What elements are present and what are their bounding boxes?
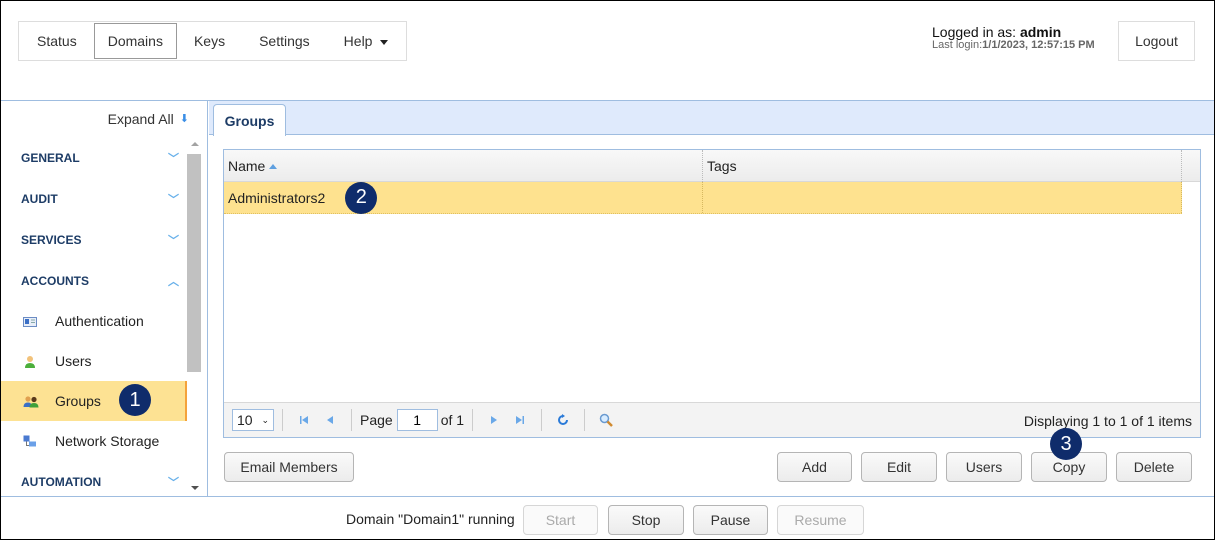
- stop-button[interactable]: Stop: [608, 505, 684, 535]
- pager-separator: [541, 409, 543, 431]
- sidebar-item-network-storage[interactable]: Network Storage: [1, 421, 187, 461]
- nav-domains-label: Domains: [107, 33, 163, 49]
- sidebar-section-general[interactable]: GENERAL ﹀: [1, 137, 187, 178]
- double-chevron-down-icon: ﹀: [168, 152, 179, 165]
- nav-help-label: Help: [343, 33, 373, 49]
- pause-button[interactable]: Pause: [693, 505, 768, 535]
- nav-domains[interactable]: Domains: [93, 23, 177, 59]
- top-nav: Status Domains Keys Settings Help: [18, 21, 408, 61]
- sidebar-section-audit[interactable]: AUDIT ﹀: [1, 178, 187, 219]
- page-number-input[interactable]: [396, 409, 438, 431]
- step-badge-3: 3: [1050, 428, 1082, 460]
- chevron-down-icon: ⌄: [261, 414, 269, 425]
- group-icon: [23, 395, 39, 408]
- column-label: Name: [228, 158, 266, 174]
- tab-groups[interactable]: Groups: [213, 104, 286, 136]
- double-chevron-up-icon: ︿: [168, 275, 179, 288]
- sidebar-section-accounts[interactable]: ACCOUNTS ︿: [1, 260, 187, 301]
- grid-pager: 10 ⌄ Page of 1 Displaying 1 to 1 of 1 ite…: [224, 402, 1200, 437]
- scrollbar-thumb[interactable]: [187, 154, 201, 372]
- pager-separator: [282, 409, 283, 431]
- scroll-up-arrow-icon[interactable]: [191, 142, 199, 146]
- last-login-label: Last login:: [932, 39, 983, 51]
- nav-keys-label: Keys: [193, 33, 226, 49]
- page-size-value: 10: [237, 412, 253, 428]
- pager-display-info: Displaying 1 to 1 of 1 items: [1023, 412, 1192, 429]
- sidebar-item-label: Groups: [55, 393, 101, 409]
- sidebar-item-label: Authentication: [55, 313, 144, 329]
- sidebar-list: GENERAL ﹀ AUDIT ﹀ SERVICES ﹀ ACCOUNTS ︿ Auth…: [1, 137, 187, 502]
- page-size-select[interactable]: 10 ⌄: [232, 409, 274, 431]
- last-login-value: 1/1/2023, 12:57:15 PM: [982, 39, 1095, 51]
- section-label: ACCOUNTS: [21, 273, 89, 288]
- column-header-tags[interactable]: Tags: [703, 150, 1182, 182]
- next-page-icon[interactable]: [485, 411, 503, 429]
- step-badge-1: 1: [119, 384, 151, 416]
- column-header-name[interactable]: Name: [224, 150, 703, 182]
- double-chevron-down-icon: ﹀: [168, 476, 179, 489]
- nav-status[interactable]: Status: [20, 23, 94, 59]
- delete-button[interactable]: Delete: [1116, 452, 1192, 482]
- sidebar-item-label: Users: [55, 353, 92, 369]
- scroll-down-arrow-icon[interactable]: [191, 486, 199, 490]
- section-label: GENERAL: [21, 150, 80, 165]
- double-chevron-down-icon: ﹀: [168, 234, 179, 247]
- section-label: SERVICES: [21, 232, 82, 247]
- sidebar-item-users[interactable]: Users: [1, 341, 187, 381]
- last-page-icon[interactable]: [511, 411, 529, 429]
- double-chevron-down-icon: ⬇︎: [179, 112, 189, 125]
- cell-tags: [703, 182, 1182, 213]
- login-info: Logged in as: admin Last login:1/1/2023,…: [932, 24, 1095, 52]
- pager-separator: [584, 409, 586, 431]
- tab-strip: Groups: [209, 101, 1214, 136]
- column-label: Tags: [707, 158, 737, 174]
- nav-status-label: Status: [37, 33, 77, 49]
- sort-ascending-icon: [269, 163, 278, 169]
- sidebar-section-services[interactable]: SERVICES ﹀: [1, 219, 187, 260]
- groups-grid: Name Tags Administrators2 2 10 ⌄ Page of …: [223, 149, 1201, 438]
- nav-settings-label: Settings: [259, 33, 310, 49]
- expand-all-button[interactable]: Expand All ⬇︎: [108, 111, 189, 127]
- sidebar-scrollbar[interactable]: [187, 137, 204, 496]
- sidebar-item-authentication[interactable]: Authentication: [1, 301, 187, 341]
- caret-down-icon: [380, 39, 389, 45]
- refresh-icon[interactable]: [554, 411, 572, 429]
- pager-separator: [472, 409, 474, 431]
- domain-status-text: Domain "Domain1" running: [346, 511, 515, 527]
- grid-header: Name Tags: [224, 150, 1200, 182]
- sidebar: Expand All ⬇︎ GENERAL ﹀ AUDIT ﹀ SERVICES ﹀ …: [1, 101, 208, 496]
- resume-button[interactable]: Resume: [777, 505, 864, 535]
- expand-all-label: Expand All: [107, 111, 174, 127]
- id-card-icon: [23, 315, 37, 327]
- step-badge-2: 2: [345, 181, 378, 214]
- nav-keys[interactable]: Keys: [177, 23, 242, 59]
- edit-button[interactable]: Edit: [861, 452, 937, 482]
- users-button[interactable]: Users: [946, 452, 1022, 482]
- first-page-icon[interactable]: [295, 411, 313, 429]
- logout-button[interactable]: Logout: [1118, 21, 1195, 61]
- nav-settings[interactable]: Settings: [242, 23, 327, 59]
- user-icon: [23, 355, 37, 368]
- prev-page-icon[interactable]: [321, 411, 339, 429]
- double-chevron-down-icon: ﹀: [168, 193, 179, 206]
- group-name: Administrators2: [228, 189, 326, 206]
- username: admin: [1019, 24, 1062, 40]
- search-icon[interactable]: [597, 411, 615, 429]
- table-row[interactable]: Administrators2 2: [224, 181, 1182, 214]
- footer-divider: [1, 496, 1214, 497]
- nav-help[interactable]: Help: [327, 23, 406, 59]
- page-label: Page: [360, 412, 393, 428]
- section-label: AUTOMATION: [21, 474, 102, 489]
- logged-in-label: Logged in as:: [932, 24, 1020, 40]
- start-button[interactable]: Start: [523, 505, 598, 535]
- section-label: AUDIT: [21, 191, 58, 206]
- cell-name: Administrators2 2: [224, 181, 703, 214]
- email-members-button[interactable]: Email Members: [224, 452, 354, 482]
- sidebar-item-groups[interactable]: Groups 1: [1, 381, 187, 421]
- page-total-label: of 1: [440, 412, 465, 428]
- network-storage-icon: [23, 435, 37, 447]
- add-button[interactable]: Add: [777, 452, 852, 482]
- sidebar-item-label: Network Storage: [55, 433, 160, 449]
- pager-separator: [351, 409, 352, 431]
